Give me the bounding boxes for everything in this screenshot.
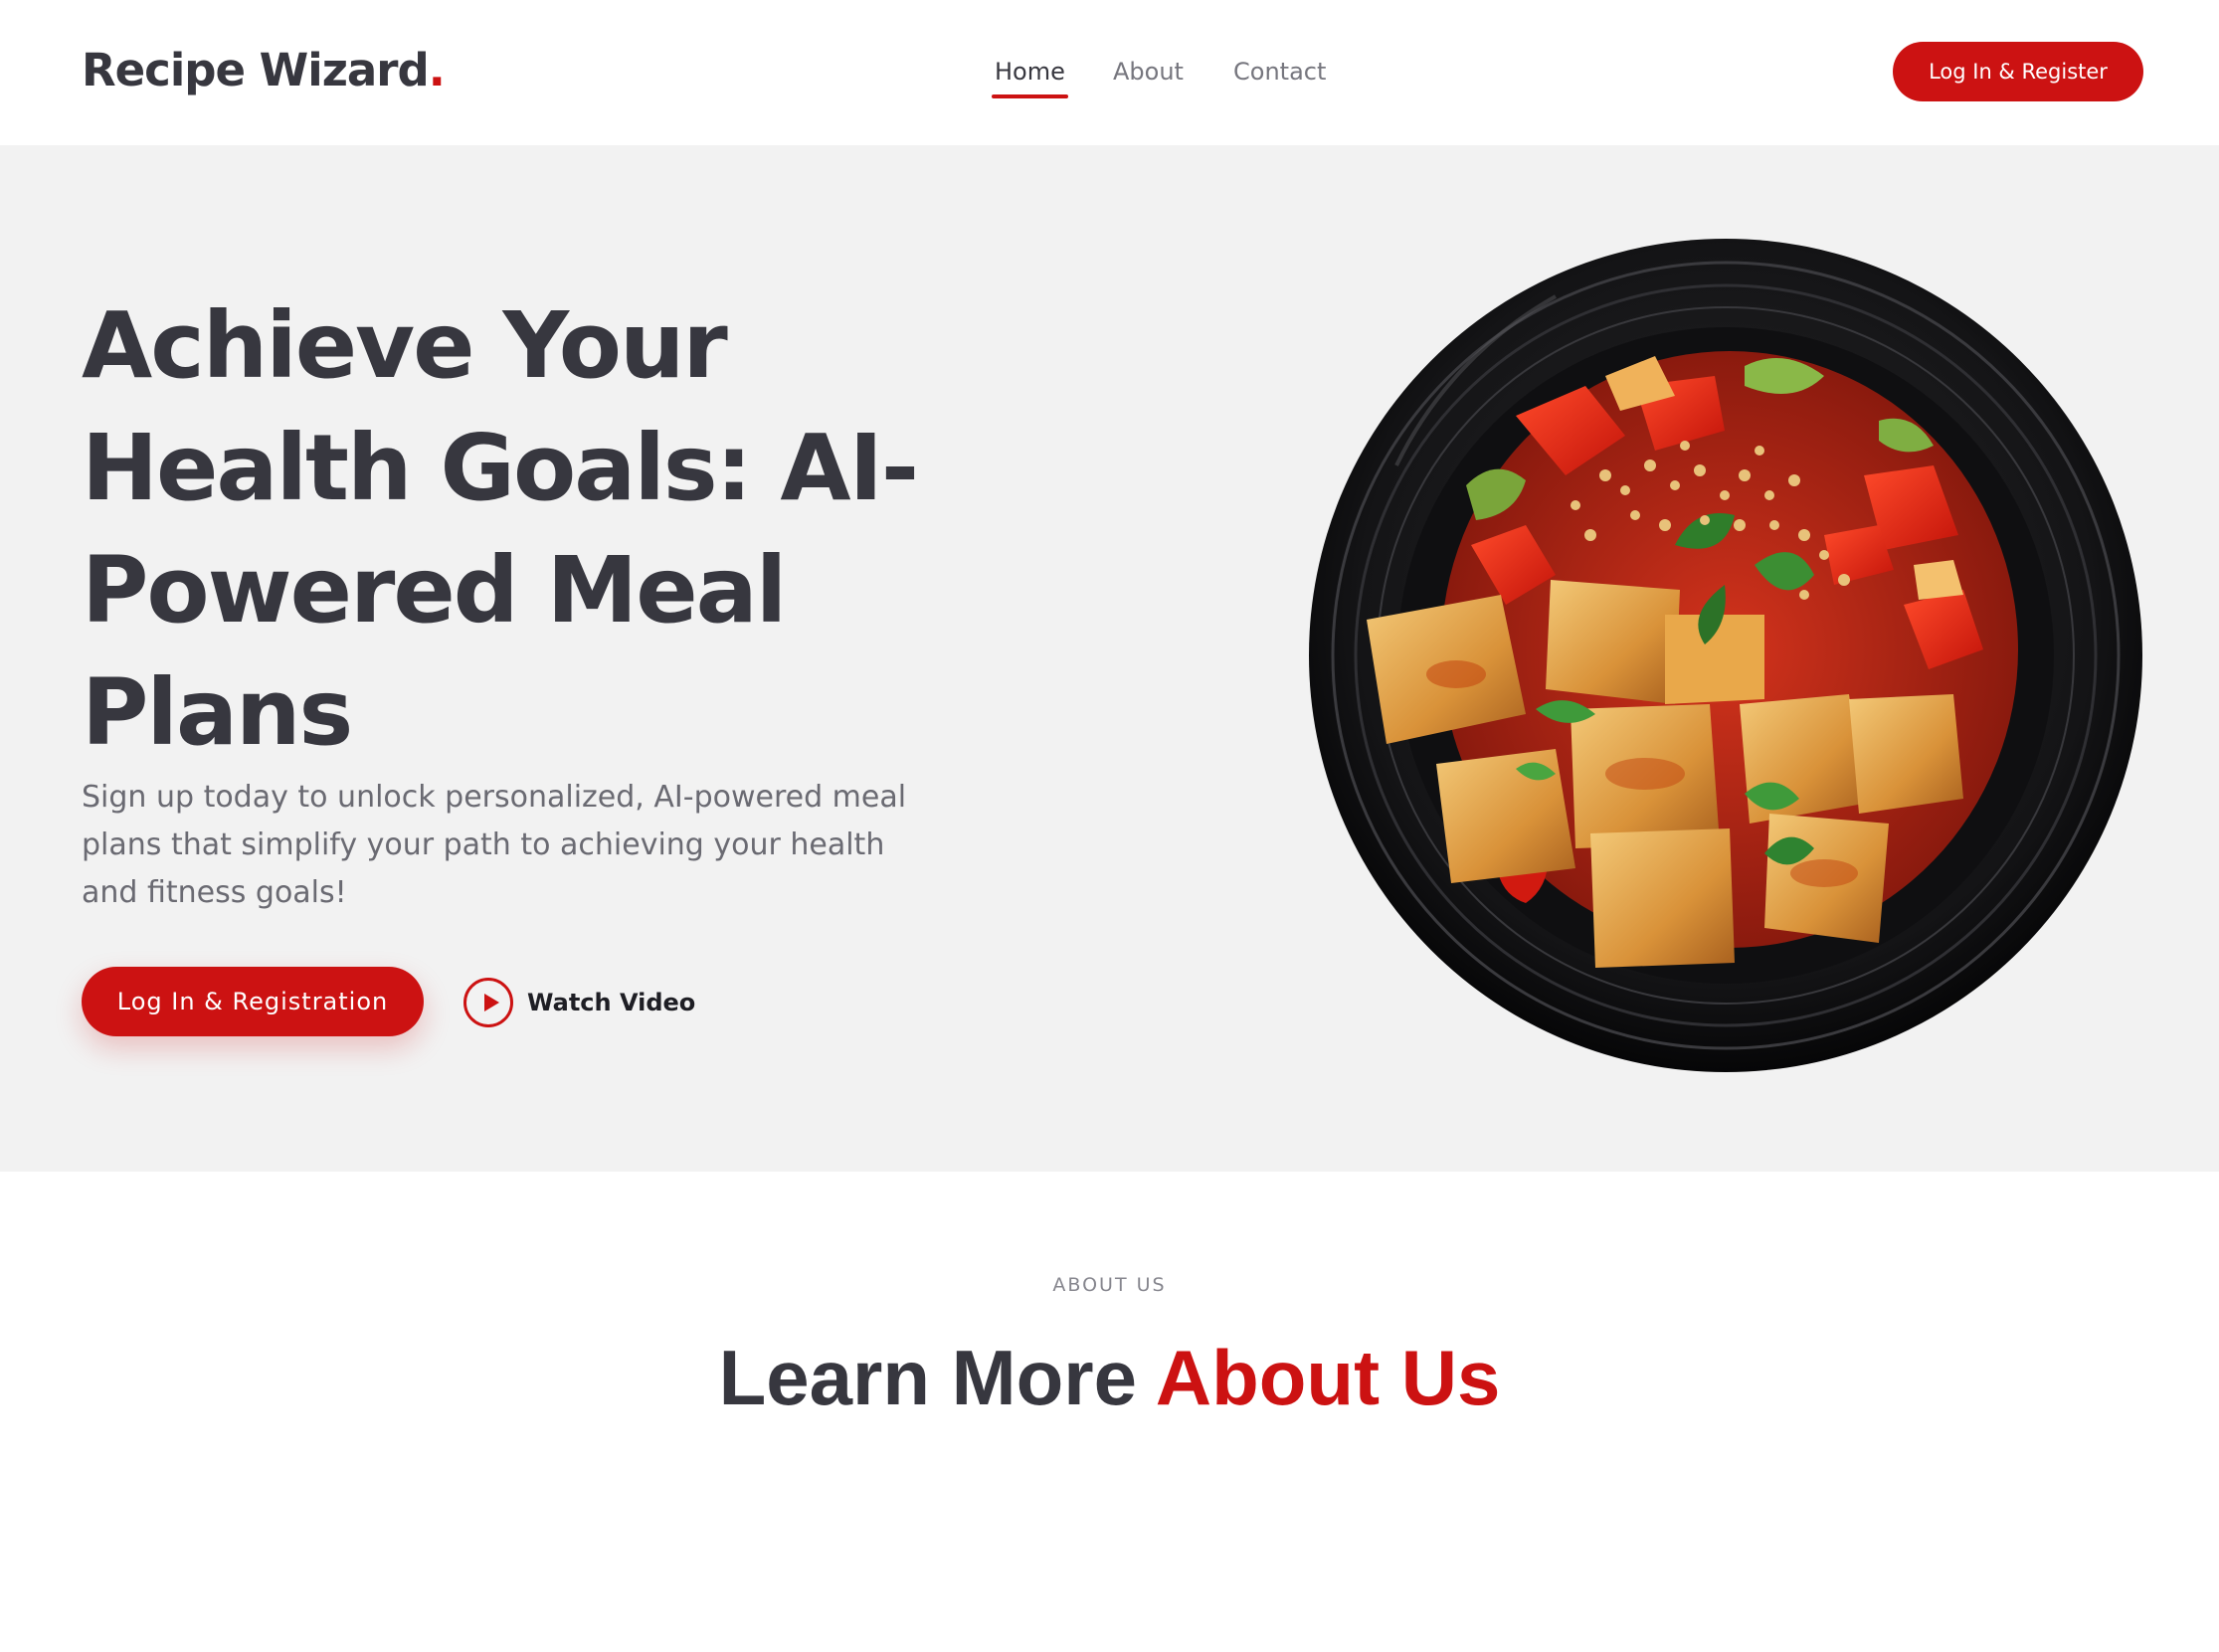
- site-header: Recipe Wizard. Home About Contact Log In…: [0, 0, 2219, 145]
- hero-title: Achieve Your Health Goals: AI-Powered Me…: [82, 292, 919, 766]
- nav-contact[interactable]: Contact: [1233, 52, 1326, 92]
- login-register-button[interactable]: Log In & Register: [1893, 42, 2143, 101]
- about-eyebrow: ABOUT US: [1052, 1274, 1167, 1296]
- hero-subtitle: Sign up today to unlock personalized, AI…: [82, 780, 907, 910]
- food-bowl-image: [1309, 239, 2142, 1072]
- about-heading: Learn More About Us: [0, 1330, 2219, 1425]
- main-nav: Home About Contact: [0, 52, 2219, 101]
- play-circle-icon[interactable]: [463, 978, 513, 1027]
- about-heading-accent: About Us: [1155, 1334, 1501, 1421]
- watch-video-label: Watch Video: [527, 989, 696, 1016]
- nav-home[interactable]: Home: [992, 52, 1068, 98]
- hero-login-registration-button[interactable]: Log In & Registration: [82, 967, 424, 1036]
- hero-section: Achieve Your Health Goals: AI-Powered Me…: [0, 145, 2219, 1172]
- about-heading-plain: Learn More: [718, 1334, 1156, 1421]
- watch-video-link[interactable]: Watch Video: [463, 977, 695, 1028]
- nav-about[interactable]: About: [1113, 52, 1184, 92]
